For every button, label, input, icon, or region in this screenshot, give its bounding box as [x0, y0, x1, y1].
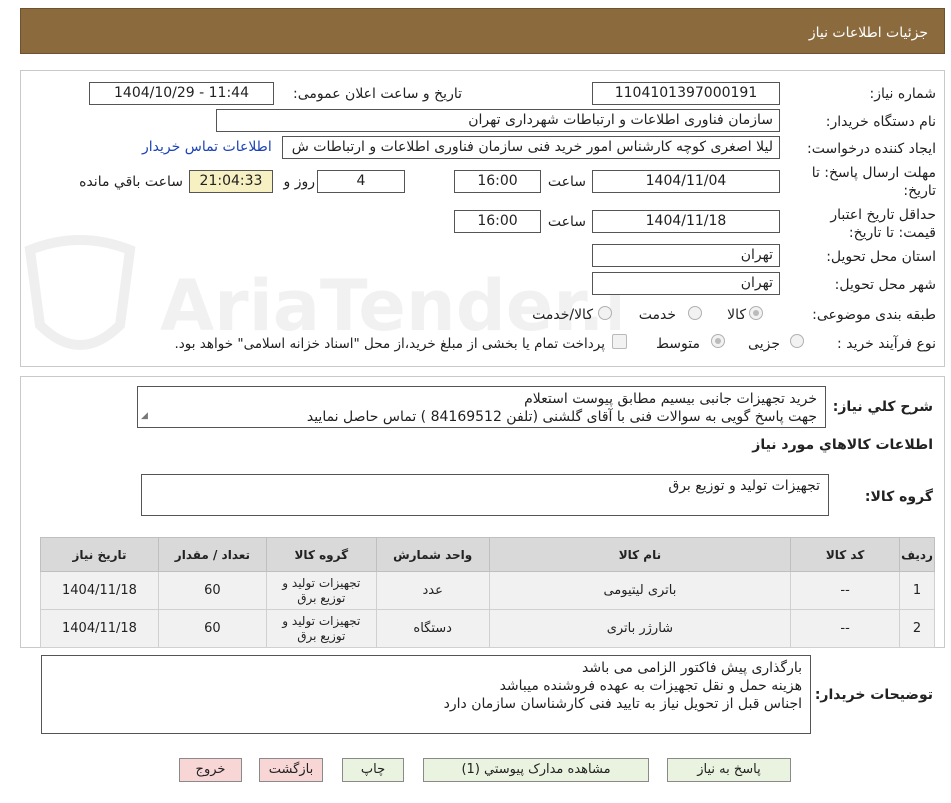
buyer-org-field[interactable]: سازمان فناوری اطلاعات و ارتباطات شهرداری…: [216, 109, 780, 132]
process-option-minor: جزیی: [748, 336, 780, 352]
deadline-label: مهلت ارسال پاسخ: تا تاریخ:: [812, 164, 936, 200]
goods-table: ردیف کد کالا نام کالا واحد شمارش گروه کا…: [40, 537, 935, 648]
buyer-notes-textarea[interactable]: بارگذاری پیش فاکتور الزامی می باشد هزینه…: [41, 655, 811, 734]
days-label: روز و: [283, 174, 316, 190]
cell-name: باتری لیتیومی: [488, 571, 792, 610]
resize-grip-icon: ◢: [141, 411, 148, 421]
creator-field[interactable]: لیلا اصغری کوچه کارشناس امور خرید فنی سا…: [282, 136, 780, 159]
goods-group-textarea[interactable]: تجهیزات تولید و توزیع برق: [141, 474, 829, 516]
cell-qty: 60: [157, 571, 267, 610]
category-radio-service[interactable]: [688, 306, 702, 320]
validity-time-label: ساعت: [547, 214, 586, 230]
col-date-header: تاریخ نیاز: [40, 537, 159, 572]
back-button[interactable]: بازگشت: [259, 758, 323, 782]
process-label: نوع فرآیند خرید :: [837, 336, 936, 352]
col-qty-header: تعداد / مقدار: [157, 537, 267, 572]
buyer-org-label: نام دستگاه خریدار:: [825, 114, 936, 130]
summary-textarea[interactable]: خرید تجهیزات جانبی بیسیم مطابق پیوست است…: [137, 386, 826, 428]
col-name-header: نام کالا: [488, 537, 792, 572]
col-row-header: ردیف: [899, 537, 935, 572]
province-field[interactable]: تهران: [592, 244, 780, 267]
page-title: جزئیات اطلاعات نیاز: [808, 25, 928, 41]
city-field[interactable]: تهران: [592, 272, 780, 295]
table-header-row: ردیف کد کالا نام کالا واحد شمارش گروه کا…: [40, 537, 935, 572]
validity-time-field[interactable]: 16:00: [454, 210, 541, 233]
category-radio-goods[interactable]: [749, 306, 763, 320]
col-code-header: کد کالا: [790, 537, 901, 572]
view-attachments-button[interactable]: مشاهده مدارک پیوستي (1): [423, 758, 649, 782]
reply-button[interactable]: پاسخ به نیاز: [667, 758, 791, 782]
goods-group-label: گروه کالا:: [864, 489, 933, 505]
cell-unit: دستگاه: [375, 609, 490, 648]
announce-datetime-field[interactable]: 1404/10/29 - 11:44: [89, 82, 274, 105]
category-option-service: خدمت: [638, 307, 676, 323]
category-radio-goods-service[interactable]: [598, 306, 612, 320]
validity-label-line2: قیمت: تا تاریخ:: [848, 225, 936, 241]
remaining-label: ساعت باقي مانده: [79, 174, 183, 190]
deadline-date-field[interactable]: 1404/11/04: [592, 170, 780, 193]
remaining-days-field: 4: [317, 170, 405, 193]
print-button[interactable]: چاپ: [342, 758, 404, 782]
table-row[interactable]: 1 -- باتری لیتیومی عدد تجهیزات تولید و ت…: [40, 571, 935, 610]
validity-label-line1: حداقل تاریخ اعتبار: [830, 207, 936, 223]
validity-label: حداقل تاریخ اعتبار قیمت: تا تاریخ:: [830, 206, 936, 242]
deadline-label-line2: تاریخ:: [903, 183, 936, 199]
cell-code: --: [790, 609, 901, 648]
process-option-medium: متوسط: [656, 336, 700, 352]
page-header: جزئیات اطلاعات نیاز: [20, 8, 945, 54]
col-group-header: گروه کالا: [265, 537, 377, 572]
need-number-field[interactable]: 1104101397000191: [592, 82, 780, 105]
process-radio-minor[interactable]: [790, 334, 804, 348]
need-number-label: شماره نیاز:: [869, 86, 937, 102]
category-option-goods-service: کالا/خدمت: [532, 307, 593, 323]
treasury-checkbox[interactable]: [612, 334, 627, 349]
announce-label: تاریخ و ساعت اعلان عمومی:: [293, 86, 462, 102]
cell-date: 1404/11/18: [40, 571, 159, 610]
deadline-time-field[interactable]: 16:00: [454, 170, 541, 193]
process-radio-medium[interactable]: [711, 334, 725, 348]
remaining-time-field: 21:04:33: [189, 170, 273, 193]
cell-code: --: [790, 571, 901, 610]
buyer-notes-label: توضیحات خریدار:: [814, 687, 933, 703]
exit-button[interactable]: خروج: [179, 758, 242, 782]
city-label: شهر محل تحویل:: [834, 277, 936, 293]
col-unit-header: واحد شمارش: [375, 537, 490, 572]
goods-info-title: اطلاعات كالاهاي مورد نياز: [752, 437, 933, 453]
validity-date-field[interactable]: 1404/11/18: [592, 210, 780, 233]
category-option-goods: کالا: [727, 307, 746, 323]
deadline-label-line1: مهلت ارسال پاسخ: تا: [811, 165, 936, 181]
deadline-time-label: ساعت: [547, 174, 586, 190]
cell-group: تجهیزات تولید و توزیع برق: [265, 609, 377, 648]
buyer-contact-link[interactable]: اطلاعات تماس خریدار: [142, 139, 272, 155]
cell-qty: 60: [157, 609, 267, 648]
cell-row: 2: [899, 609, 935, 648]
table-row[interactable]: 2 -- شارژر باتری دستگاه تجهیزات تولید و …: [40, 609, 935, 648]
creator-label: ایجاد کننده درخواست:: [807, 141, 936, 157]
summary-label: شرح كلي نياز:: [832, 399, 933, 415]
cell-group: تجهیزات تولید و توزیع برق: [265, 571, 377, 610]
province-label: استان محل تحویل:: [826, 249, 936, 265]
category-label: طبقه بندی موضوعی:: [812, 307, 936, 323]
cell-row: 1: [899, 571, 935, 610]
cell-name: شارژر باتری: [488, 609, 792, 648]
cell-date: 1404/11/18: [40, 609, 159, 648]
treasury-note: پرداخت تمام یا بخشی از مبلغ خرید،از محل …: [174, 336, 605, 352]
cell-unit: عدد: [375, 571, 490, 610]
